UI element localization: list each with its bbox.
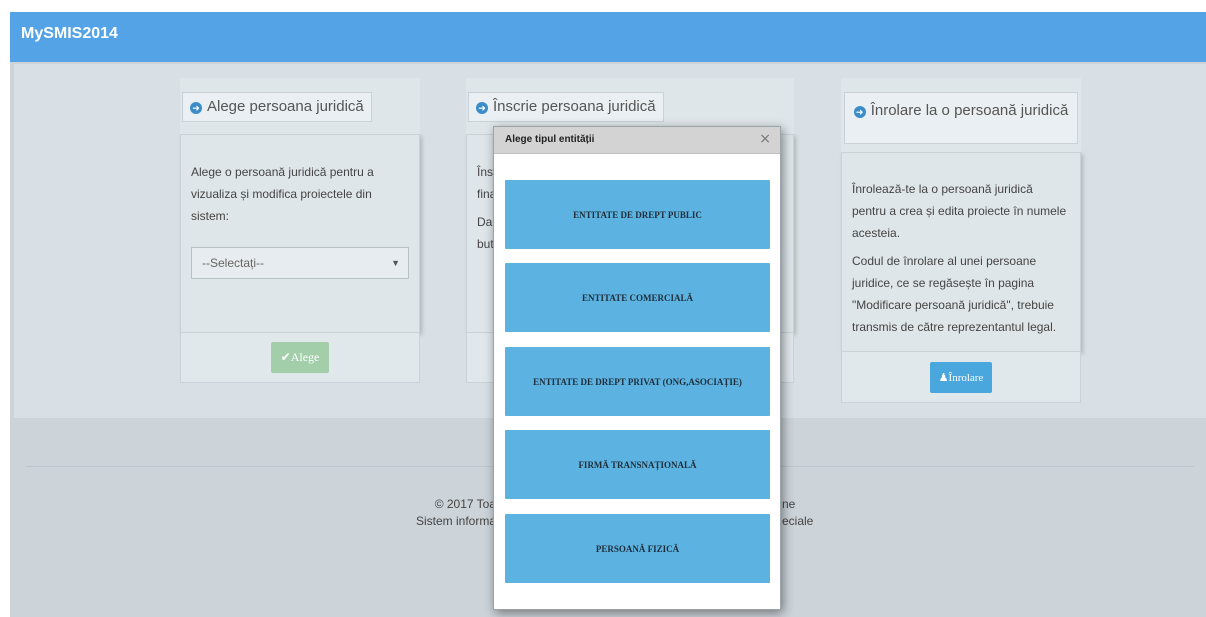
choose-entity-description: Alege o persoană juridică pentru a vizua… [191,165,374,223]
option-public-entity-button[interactable]: ENTITATE DE DREPT PUBLIC [505,180,770,249]
user-icon: ♟ [938,371,949,384]
brand-logo[interactable]: MySMIS2014 [21,25,118,43]
entity-select[interactable]: --Selectați-- ▼ [191,247,409,279]
entity-type-modal: Alege tipul entității × ENTITATE DE DREP… [493,126,781,610]
close-icon[interactable]: × [759,131,771,147]
caret-down-icon: ▼ [391,258,400,268]
checkmark-icon: ✔ [280,350,291,364]
enroll-button[interactable]: ♟Înrolare [929,361,993,393]
modal-header: Alege tipul entității × [494,127,780,154]
enrollment-paragraph-2: Codul de înrolare al unei persoane jurid… [852,254,1057,334]
choose-entity-panel: ➜ Alege persoana juridică Alege o persoan… [180,78,420,383]
choose-entity-heading: ➜ Alege persoana juridică [182,92,372,122]
footer-right: ne eciale [782,497,814,528]
enrollment-paragraph-1: Înrolează-te la o persoană juridică pent… [852,182,1067,240]
enrollment-panel: ➜ Înrolare la o persoană juridică Înrolea… [841,78,1081,403]
option-private-entity-button[interactable]: ENTITATE DE DREPT PRIVAT (ONG,ASOCIAȚIE) [505,347,770,416]
option-commercial-entity-button[interactable]: ENTITATE COMERCIALĂ [505,263,770,332]
arrow-right-circle-icon: ➜ [853,106,866,118]
arrow-right-circle-icon: ➜ [190,102,202,114]
choose-button[interactable]: ✔Alege [270,342,330,373]
enrollment-heading: ➜ Înrolare la o persoană juridică [844,92,1078,144]
modal-title: Alege tipul entității [505,134,595,145]
option-individual-person-button[interactable]: PERSOANĂ FIZICĂ [505,514,770,583]
option-transnational-firm-button[interactable]: FIRMĂ TRANSNAȚIONALĂ [505,430,770,499]
arrow-right-circle-icon: ➜ [476,102,488,114]
register-entity-heading: ➜ Înscrie persoana juridică [468,92,664,122]
top-bar: MySMIS2014 [10,12,1206,62]
footer-left: © 2017 Toa Sistem informa [416,497,497,528]
